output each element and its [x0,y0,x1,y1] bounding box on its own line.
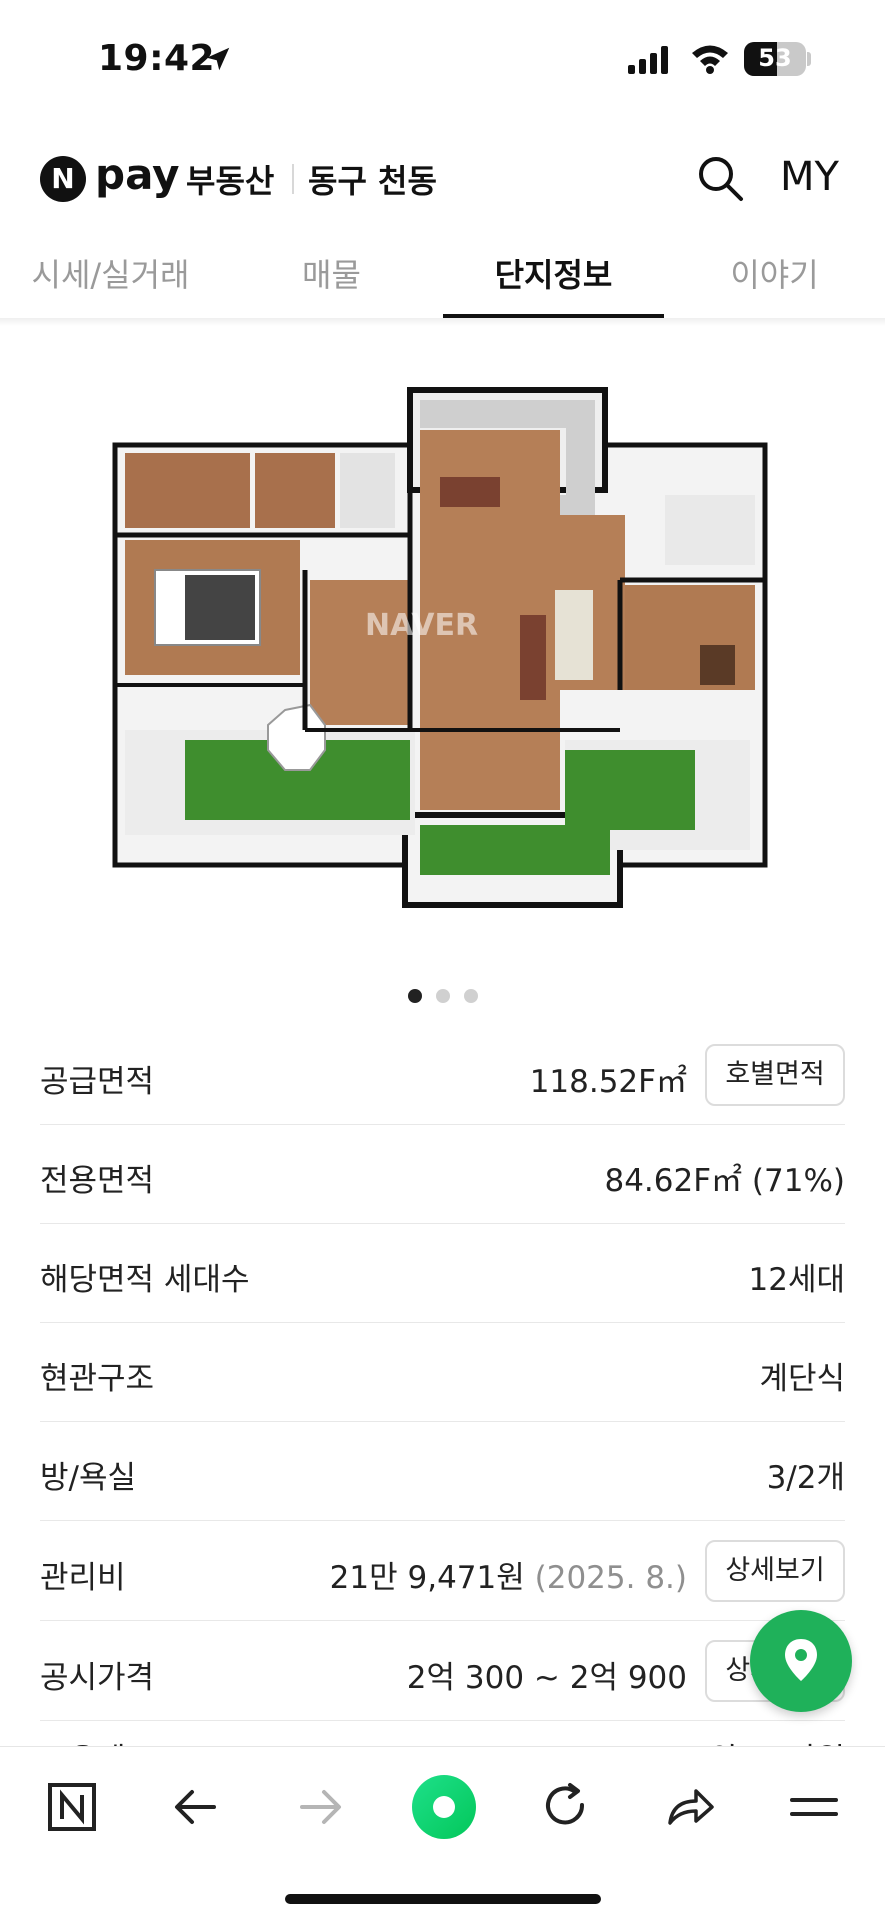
map-fab-button[interactable] [750,1610,852,1712]
signal-icon [628,46,668,74]
tab-price[interactable]: 시세/실거래 [0,250,221,318]
row-exclusive-area: 전용면적 84.62F㎡ (71%) [40,1125,845,1224]
battery-level: 53 [758,44,792,72]
fee-detail-button[interactable]: 상세보기 [705,1540,845,1602]
tab-shadow [0,318,885,326]
row-value: 84.62F㎡ (71%) [604,1163,845,1199]
share-icon[interactable] [660,1777,720,1837]
row-label: 현관구조 [40,1361,155,1397]
naver-watermark: NAVER [365,608,478,643]
row-value: 3/2개 [766,1460,845,1496]
tab-complex-info[interactable]: 단지정보 [443,250,664,318]
tab-listings[interactable]: 매물 [221,250,442,318]
row-value: 12세대 [748,1262,846,1298]
battery-nub [807,52,811,66]
header-divider [292,164,294,194]
row-value: 118.52F㎡ [529,1064,687,1100]
row-value: 2억 300 ~ 2억 900 [406,1660,687,1696]
row-label: 해당면적 세대수 [40,1262,250,1298]
row-rooms-baths: 방/욕실 3/2개 [40,1422,845,1521]
row-entrance-type: 현관구조 계단식 [40,1323,845,1422]
naver-n-icon[interactable] [42,1777,102,1837]
slide-dot-1[interactable] [407,989,422,1003]
brand-realestate[interactable]: 부동산 [186,156,274,202]
forward-arrow-icon[interactable] [290,1777,350,1837]
header-location[interactable]: 동구 천동 [308,156,437,202]
row-maintenance-fee: 관리비 21만 9,471원 (2025. 8.) 상세보기 [40,1522,845,1621]
back-arrow-icon[interactable] [166,1777,226,1837]
my-button[interactable]: MY [780,154,839,200]
row-official-price: 공시가격 2억 300 ~ 2억 900 상세보기 [40,1622,845,1721]
battery-indicator: 53 [744,42,806,76]
home-indicator [285,1894,601,1904]
row-label: 공급면적 [40,1064,155,1100]
row-supply-area: 공급면적 118.52F㎡ 호별면적 [40,1026,845,1125]
green-dot-icon[interactable] [408,1771,480,1843]
slide-dot-2[interactable] [435,989,450,1003]
row-label: 방/욕실 [40,1460,137,1496]
row-households: 해당면적 세대수 12세대 [40,1224,845,1323]
row-label: 전용면적 [40,1163,155,1199]
wifi-icon [692,45,728,74]
slide-dot-3[interactable] [463,989,478,1003]
brand-pay[interactable]: pay [95,150,180,199]
map-pin-icon [785,1639,817,1681]
row-value-group: 21만 9,471원 (2025. 8.) [330,1552,687,1597]
reload-icon[interactable] [536,1777,596,1837]
row-value-date: (2025. 8.) [534,1560,687,1596]
tab-stories[interactable]: 이야기 [664,250,885,318]
slide-indicator [0,988,885,1007]
search-icon[interactable] [696,154,744,202]
unit-area-button[interactable]: 호별면적 [705,1044,845,1106]
menu-icon[interactable] [784,1777,844,1837]
tab-bar: 시세/실거래 매물 단지정보 이야기 [0,250,885,318]
status-time: 19:42 [98,38,216,79]
row-value: 계단식 [759,1361,845,1397]
row-value: 21만 9,471원 [329,1560,525,1596]
row-label: 공시가격 [40,1660,155,1696]
floor-plan-image[interactable]: NAVER [110,385,775,910]
location-arrow-icon [206,47,230,71]
row-label: 관리비 [40,1560,126,1596]
naver-logo[interactable]: N [40,156,86,202]
